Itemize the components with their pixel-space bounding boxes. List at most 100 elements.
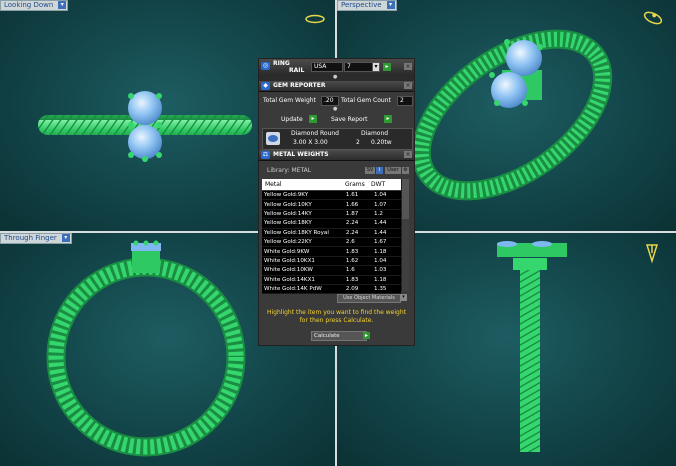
table-row[interactable]: Yellow Gold:22KY 2.6 1.67 [262, 237, 401, 248]
metal-name: White Gold:9KW [262, 246, 344, 257]
table-row[interactable]: Yellow Gold:18KY 2.24 1.44 [262, 218, 401, 229]
viewport-label-looking-down[interactable]: Looking Down ▾ [0, 0, 69, 11]
scale-icon: ⚖ [261, 151, 270, 159]
total-gem-count-value: 2 [397, 96, 413, 106]
collapse-icon[interactable]: ● [333, 74, 337, 80]
table-row[interactable]: White Gold:10KW 1.6 1.03 [262, 265, 401, 276]
total-gem-count-label: Total Gem Count [341, 97, 391, 104]
metal-weights-header: ⚖ METAL WEIGHTS × [259, 150, 414, 161]
library-label: Library: METAL [267, 167, 312, 174]
metal-weights-title: METAL WEIGHTS [273, 151, 329, 158]
region-select[interactable]: USA [311, 62, 343, 72]
metal-dwt: 1.44 [372, 228, 401, 238]
gem-list-item[interactable]: Diamond Round 3.00 X 3.00 Diamond 2 0.20… [262, 128, 413, 150]
collapse-icon[interactable]: ● [333, 106, 337, 112]
gem-reporter-header: ◆ GEM REPORTER × [259, 81, 414, 92]
metal-dwt: 1.18 [372, 246, 401, 257]
metal-dwt: 1.04 [372, 256, 401, 267]
metal-name: Yellow Gold:10KY [262, 199, 344, 210]
gem-icon: ◆ [261, 82, 270, 90]
calculate-select[interactable]: Calculate [311, 331, 367, 341]
metal-name: Yellow Gold:18KY [262, 218, 344, 229]
metal-table-header: Metal Grams DWT [262, 179, 401, 190]
metal-dwt: 1.44 [372, 218, 401, 229]
metal-dwt: 1.03 [372, 265, 401, 276]
gem-shape: Diamond Round [291, 130, 339, 137]
metal-dwt: 1.67 [372, 237, 401, 248]
metal-grams: 2.6 [343, 237, 372, 248]
close-icon[interactable]: × [404, 63, 412, 70]
metal-name: White Gold:10KW [262, 265, 344, 276]
ring-rail-header: ◎ RING RAIL USA 7 ▾ ▸ × [259, 59, 414, 75]
table-row[interactable]: White Gold:14K PdW 2.09 1.35 [262, 284, 401, 295]
metal-name: Yellow Gold:9KY [262, 191, 344, 201]
metal-grams: 2.09 [343, 284, 372, 295]
use-object-materials-select[interactable]: Use Object Materials [337, 294, 401, 303]
gem-weight: 0.20tw [371, 139, 392, 146]
ring-rail-title-2: RAIL [289, 67, 305, 74]
table-row[interactable]: White Gold:14KX1 1.83 1.18 [262, 275, 401, 285]
save-report-button[interactable]: ▸ [384, 115, 392, 123]
column-dwt: DWT [371, 181, 386, 188]
table-row[interactable]: Yellow Gold:10KY 1.66 1.07 [262, 199, 401, 210]
total-gem-weight-value: .20 [321, 96, 339, 106]
chevron-down-icon[interactable]: ▾ [61, 234, 70, 242]
chevron-down-icon[interactable]: ▾ [372, 62, 380, 72]
table-row[interactable]: White Gold:10KX1 1.62 1.04 [262, 256, 401, 267]
viewport-label-perspective[interactable]: Perspective ▾ [337, 0, 397, 11]
column-metal: Metal [265, 181, 282, 188]
chevron-down-icon[interactable]: ▾ [58, 1, 67, 9]
collapse-bar[interactable]: ● [259, 74, 414, 81]
save-report-button-label[interactable]: Save Report [331, 116, 368, 123]
close-icon[interactable]: × [404, 82, 412, 89]
total-gem-weight-label: Total Gem Weight [263, 97, 316, 104]
user-button[interactable]: User [385, 167, 401, 174]
info-icon[interactable]: i [376, 167, 383, 174]
metal-name: White Gold:14K PdW [262, 284, 344, 295]
table-row[interactable]: Yellow Gold:18KY Royal 2.24 1.44 [262, 228, 401, 238]
ring-rail-title: RING [273, 60, 290, 67]
metal-dwt: 1.2 [372, 209, 401, 220]
gem-material: Diamond [361, 130, 389, 137]
calculate-button[interactable]: ▸ [363, 332, 370, 339]
ring-rail-icon: ◎ [261, 62, 270, 70]
metal-table-scrollbar[interactable] [401, 179, 409, 291]
metal-weights-table: Yellow Gold:9KY 1.61 1.04 Yellow Gold:10KY 1… [262, 191, 401, 295]
metal-dwt: 1.35 [372, 284, 401, 295]
update-button[interactable]: ▸ [309, 115, 317, 123]
metal-name: Yellow Gold:14KY [262, 209, 344, 220]
metal-name: Yellow Gold:22KY [262, 237, 344, 248]
metal-grams: 1.83 [343, 246, 372, 257]
table-row[interactable]: Yellow Gold:9KY 1.61 1.04 [262, 191, 401, 201]
ring-rail-go-button[interactable]: ▸ [383, 63, 391, 71]
metal-grams: 1.66 [343, 199, 372, 210]
metal-grams: 2.24 [343, 228, 372, 238]
scrollbar-thumb[interactable] [402, 179, 409, 219]
metal-name: Yellow Gold:18KY Royal [262, 228, 344, 238]
column-grams: Grams [345, 181, 365, 188]
metal-grams: 1.87 [343, 209, 372, 220]
update-button-label[interactable]: Update [281, 116, 303, 123]
chevron-down-icon[interactable]: ▾ [400, 294, 407, 301]
table-row[interactable]: Yellow Gold:14KY 1.87 1.2 [262, 209, 401, 220]
close-icon[interactable]: × [404, 151, 412, 158]
ring-rail-panel: ◎ RING RAIL USA 7 ▾ ▸ × ● ◆ GEM REPORTER… [258, 58, 415, 346]
calculate-hint: Highlight the item you want to find the … [266, 309, 406, 324]
table-row[interactable]: White Gold:9KW 1.83 1.18 [262, 246, 401, 257]
metal-grams: 1.83 [343, 275, 372, 285]
viewport-label-text: Looking Down [4, 1, 54, 9]
metal-dwt: 1.04 [372, 191, 401, 201]
metal-dwt: 1.18 [372, 275, 401, 285]
sv-button[interactable]: SV [365, 167, 375, 174]
settings-icon[interactable]: ⚙ [402, 167, 409, 174]
viewport-label-text: Through Finger [4, 234, 57, 242]
metal-dwt: 1.07 [372, 199, 401, 210]
metal-grams: 1.62 [343, 256, 372, 267]
diamond-round-icon [266, 132, 280, 145]
gem-dimensions: 3.00 X 3.00 [293, 139, 328, 146]
chevron-down-icon[interactable]: ▾ [386, 1, 395, 9]
metal-grams: 1.61 [343, 191, 372, 201]
metal-grams: 2.24 [343, 218, 372, 229]
metal-name: White Gold:14KX1 [262, 275, 344, 285]
viewport-label-through-finger[interactable]: Through Finger ▾ [0, 233, 72, 244]
